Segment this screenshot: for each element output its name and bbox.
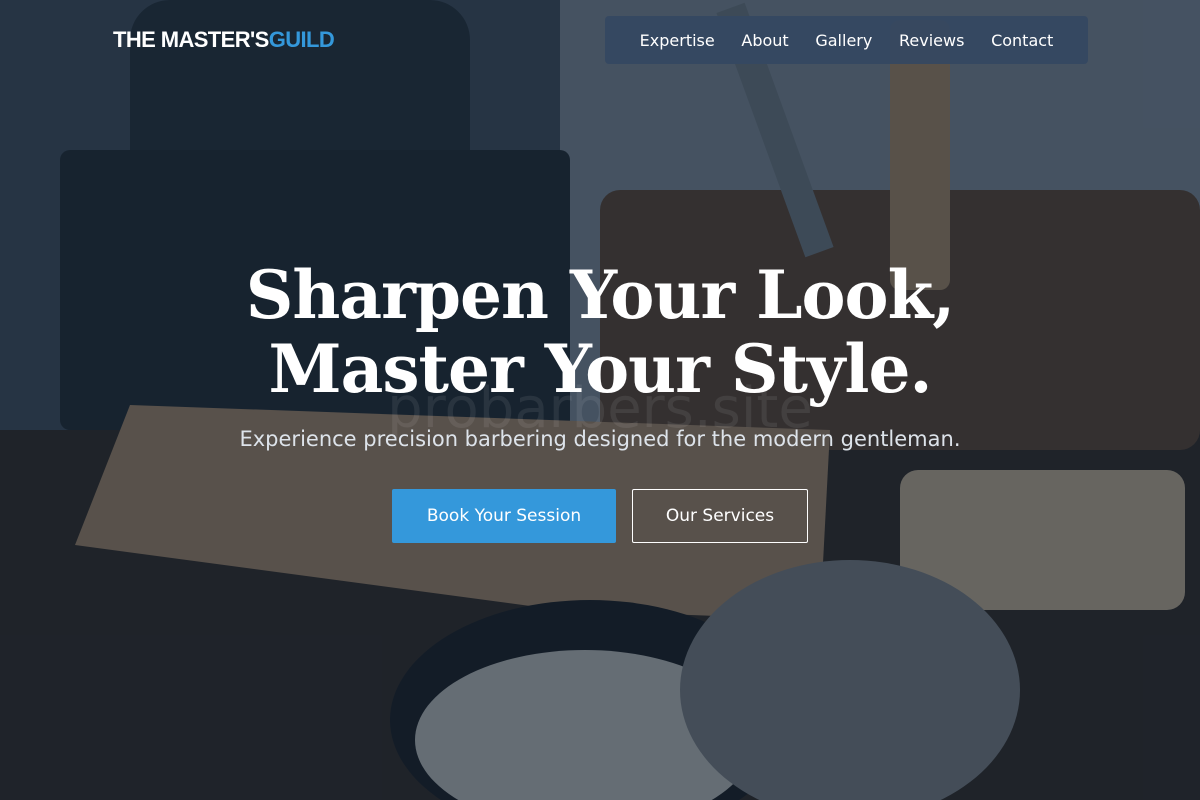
our-services-button[interactable]: Our Services <box>632 489 808 543</box>
nav-link-gallery[interactable]: Gallery <box>815 31 872 50</box>
hero-section: THE MASTER'SGUILD Expertise About Galler… <box>0 0 1200 800</box>
nav-link-expertise[interactable]: Expertise <box>640 31 715 50</box>
main-nav: Expertise About Gallery Reviews Contact <box>605 16 1088 64</box>
nav-link-contact[interactable]: Contact <box>991 31 1053 50</box>
hero-subtext: Experience precision barbering designed … <box>239 427 961 451</box>
nav-link-reviews[interactable]: Reviews <box>899 31 964 50</box>
brand-name-main: THE MASTER'S <box>113 27 269 52</box>
nav-link-about[interactable]: About <box>741 31 788 50</box>
headline-line-2: Master Your Style. <box>268 330 933 408</box>
brand-name-accent: GUILD <box>268 27 335 52</box>
book-session-button[interactable]: Book Your Session <box>392 489 616 543</box>
brand-logo[interactable]: THE MASTER'SGUILD <box>113 27 335 53</box>
hero-headline: Sharpen Your Look, Master Your Style. <box>0 258 1200 406</box>
headline-line-1: Sharpen Your Look, <box>245 256 956 334</box>
